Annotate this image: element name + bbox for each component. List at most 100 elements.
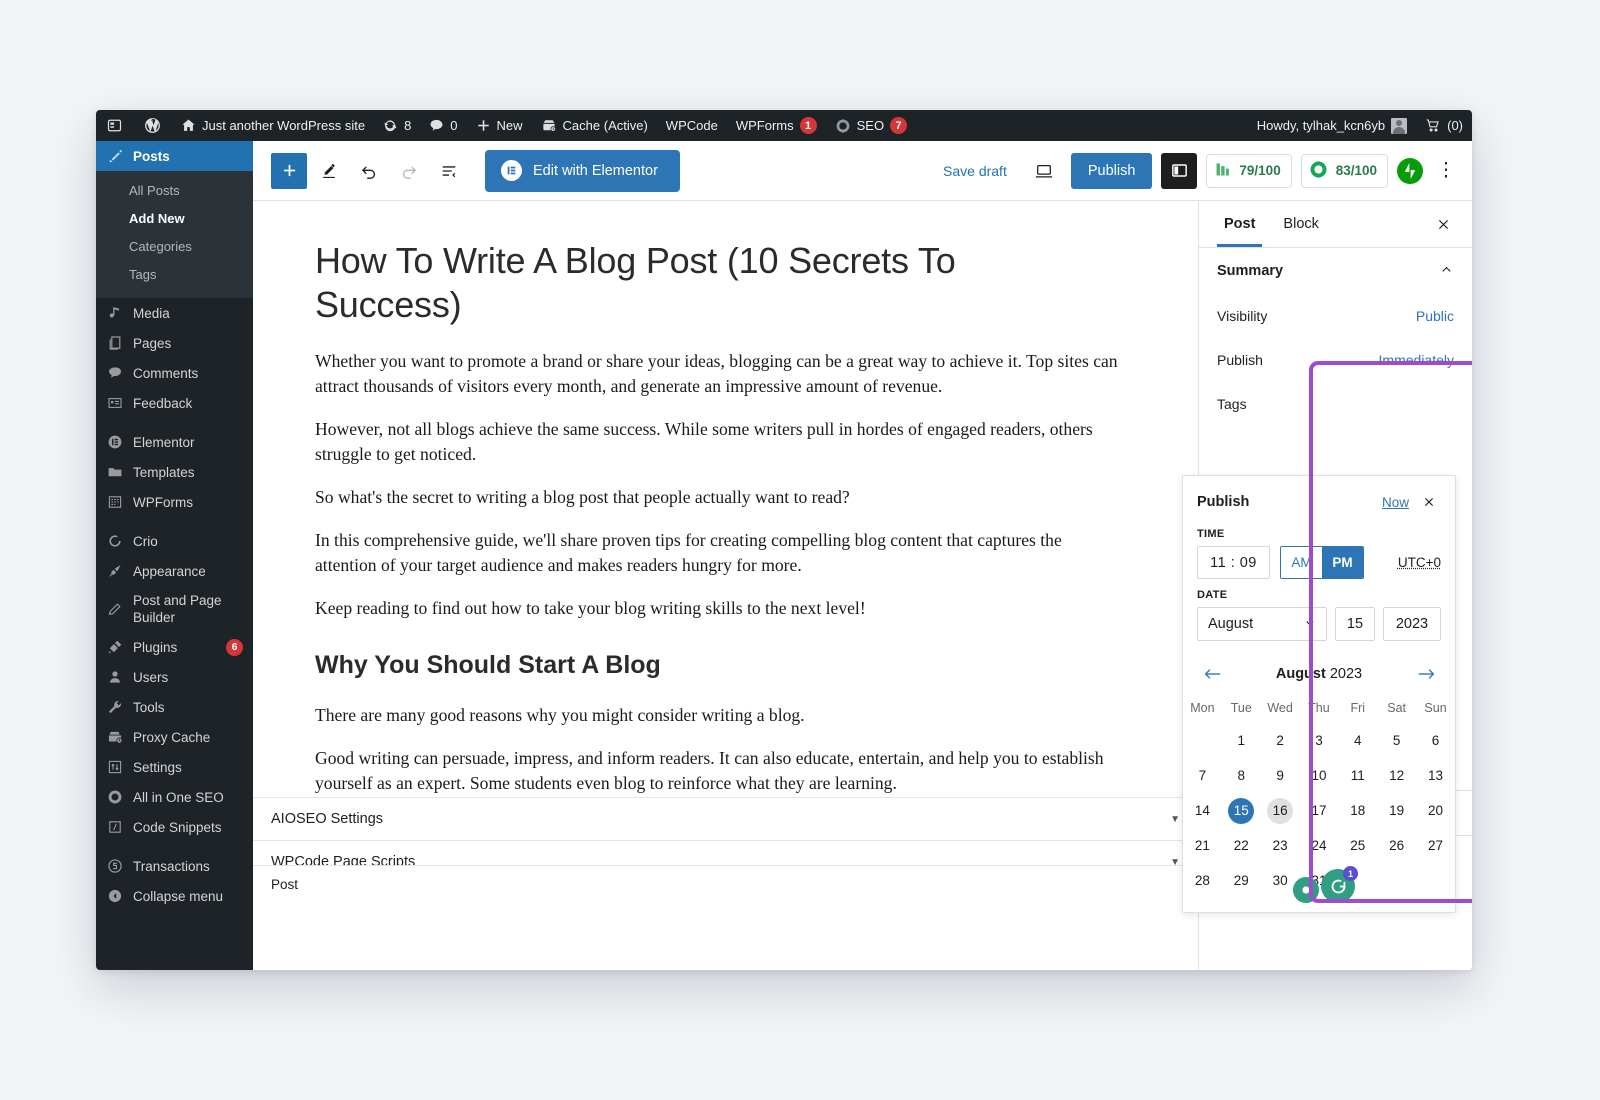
calendar-day-5[interactable]: 5: [1384, 728, 1410, 754]
seo-score-badge[interactable]: 79/100: [1206, 153, 1292, 188]
month-select[interactable]: August: [1197, 607, 1327, 641]
paragraph-7[interactable]: Good writing can persuade, impress, and …: [315, 746, 1125, 796]
sidebar-item-transactions[interactable]: Transactions: [96, 851, 253, 881]
jetpack-icon[interactable]: [1397, 157, 1423, 184]
assistant-small-icon[interactable]: [1293, 877, 1319, 903]
visibility-value-button[interactable]: Public: [1416, 308, 1454, 324]
adminbar-updates[interactable]: 8: [374, 110, 420, 141]
calendar-day-13[interactable]: 13: [1423, 763, 1449, 789]
calendar-day-8[interactable]: 8: [1228, 763, 1254, 789]
paragraph-2[interactable]: However, not all blogs achieve the same …: [315, 417, 1125, 467]
calendar-day-2[interactable]: 2: [1267, 728, 1293, 754]
settings-sidebar-toggle[interactable]: [1161, 152, 1198, 189]
paragraph-4[interactable]: In this comprehensive guide, we'll share…: [315, 528, 1125, 578]
summary-section-header[interactable]: Summary: [1199, 248, 1472, 294]
adminbar-comments[interactable]: 0: [420, 110, 466, 141]
edit-tools-pencil-button[interactable]: [311, 153, 347, 189]
calendar-day-28[interactable]: 28: [1189, 868, 1215, 894]
adminbar-new[interactable]: New: [467, 110, 532, 141]
sidebar-item-posts[interactable]: Posts: [96, 141, 253, 171]
calendar-day-25[interactable]: 25: [1345, 833, 1371, 859]
adminbar-wpforms[interactable]: WPForms 1: [727, 110, 826, 141]
close-popover-button[interactable]: [1417, 490, 1441, 514]
sidebar-item-users[interactable]: Users: [96, 662, 253, 692]
publish-now-link[interactable]: Now: [1382, 495, 1409, 510]
calendar-day-11[interactable]: 11: [1345, 763, 1371, 789]
calendar-day-29[interactable]: 29: [1228, 868, 1254, 894]
sidebar-item-code-snippets[interactable]: Code Snippets: [96, 812, 253, 842]
save-draft-button[interactable]: Save draft: [933, 163, 1017, 179]
sidebar-item-plugins[interactable]: Plugins 6: [96, 632, 253, 662]
calendar-day-15[interactable]: 15: [1228, 797, 1255, 824]
timezone-label[interactable]: UTC+0: [1398, 555, 1441, 570]
calendar-day-24[interactable]: 24: [1306, 833, 1332, 859]
sidebar-item-collapse-menu[interactable]: Collapse menu: [96, 881, 253, 911]
day-input[interactable]: 15: [1335, 607, 1375, 641]
calendar-day-6[interactable]: 6: [1423, 728, 1449, 754]
calendar-day-7[interactable]: 7: [1189, 763, 1215, 789]
metabox-aioseo-settings[interactable]: AIOSEO Settings ▼: [253, 797, 1198, 840]
submenu-item-categories[interactable]: Categories: [96, 233, 253, 261]
more-options-button[interactable]: ⋮: [1432, 159, 1460, 182]
calendar-day-4[interactable]: 4: [1345, 728, 1371, 754]
calendar-day-18[interactable]: 18: [1345, 798, 1371, 824]
close-sidebar-button[interactable]: [1428, 209, 1458, 239]
add-block-button[interactable]: [271, 152, 307, 189]
pm-button[interactable]: PM: [1322, 547, 1363, 578]
redo-button[interactable]: [391, 153, 427, 189]
post-title[interactable]: How To Write A Blog Post (10 Secrets To …: [315, 239, 1105, 327]
sidebar-item-comments[interactable]: Comments: [96, 358, 253, 388]
breadcrumb-post[interactable]: Post: [271, 877, 298, 892]
calendar-day-23[interactable]: 23: [1267, 833, 1293, 859]
grammarly-assistant-icon[interactable]: 1: [1321, 866, 1358, 903]
time-input[interactable]: 11 : 09: [1197, 546, 1270, 579]
calendar-day-3[interactable]: 3: [1306, 728, 1332, 754]
calendar-day-17[interactable]: 17: [1306, 798, 1332, 824]
paragraph-3[interactable]: So what's the secret to writing a blog p…: [315, 485, 1125, 510]
sidebar-item-feedback[interactable]: Feedback: [96, 388, 253, 418]
calendar-day-27[interactable]: 27: [1423, 833, 1449, 859]
calendar-day-30[interactable]: 30: [1267, 868, 1293, 894]
floating-assistant-bubbles[interactable]: 1: [1293, 866, 1358, 903]
year-input[interactable]: 2023: [1383, 607, 1441, 641]
edit-with-elementor-button[interactable]: Edit with Elementor: [485, 149, 680, 192]
sidebar-item-proxy-cache[interactable]: Proxy Cache: [96, 722, 253, 752]
calendar-day-1[interactable]: 1: [1228, 728, 1254, 754]
previous-month-button[interactable]: [1199, 661, 1225, 687]
adminbar-howdy[interactable]: Howdy, tylhak_kcn6yb: [1248, 110, 1416, 141]
sidebar-item-settings[interactable]: Settings: [96, 752, 253, 782]
adminbar-seo[interactable]: SEO 7: [826, 110, 916, 141]
sidebar-item-wpforms[interactable]: WPForms: [96, 487, 253, 517]
publish-date-button[interactable]: Immediately: [1379, 352, 1454, 368]
paragraph-1[interactable]: Whether you want to promote a brand or s…: [315, 349, 1125, 399]
sidebar-item-crio[interactable]: Crio: [96, 526, 253, 556]
next-month-button[interactable]: [1413, 661, 1439, 687]
readability-score-badge[interactable]: 83/100: [1300, 153, 1388, 188]
submenu-item-all-posts[interactable]: All Posts: [96, 177, 253, 205]
calendar-day-21[interactable]: 21: [1189, 833, 1215, 859]
calendar-day-22[interactable]: 22: [1228, 833, 1254, 859]
sidebar-item-media[interactable]: Media: [96, 298, 253, 328]
calendar-day-19[interactable]: 19: [1384, 798, 1410, 824]
section-heading[interactable]: Why You Should Start A Blog: [315, 649, 1125, 681]
paragraph-5[interactable]: Keep reading to find out how to take you…: [315, 596, 1125, 621]
submenu-item-tags[interactable]: Tags: [96, 261, 253, 289]
calendar-day-16[interactable]: 16: [1267, 797, 1294, 824]
preview-button[interactable]: [1026, 153, 1062, 189]
calendar-day-14[interactable]: 14: [1189, 798, 1215, 824]
document-overview-button[interactable]: [431, 153, 467, 189]
undo-button[interactable]: [351, 153, 387, 189]
calendar-day-9[interactable]: 9: [1267, 763, 1293, 789]
sidebar-item-all-in-one-seo[interactable]: All in One SEO: [96, 782, 253, 812]
adminbar-cache[interactable]: Cache (Active): [532, 110, 657, 141]
sidebar-item-elementor[interactable]: Elementor: [96, 427, 253, 457]
adminbar-wpcode[interactable]: WPCode: [657, 110, 727, 141]
adminbar-wp-logo[interactable]: [133, 110, 172, 141]
sidebar-item-templates[interactable]: Templates: [96, 457, 253, 487]
adminbar-menu-toggle[interactable]: [96, 110, 133, 141]
calendar-day-20[interactable]: 20: [1423, 798, 1449, 824]
submenu-item-add-new[interactable]: Add New: [96, 205, 253, 233]
sidebar-item-pages[interactable]: Pages: [96, 328, 253, 358]
paragraph-6[interactable]: There are many good reasons why you migh…: [315, 703, 1125, 728]
adminbar-cart[interactable]: (0): [1416, 110, 1472, 141]
